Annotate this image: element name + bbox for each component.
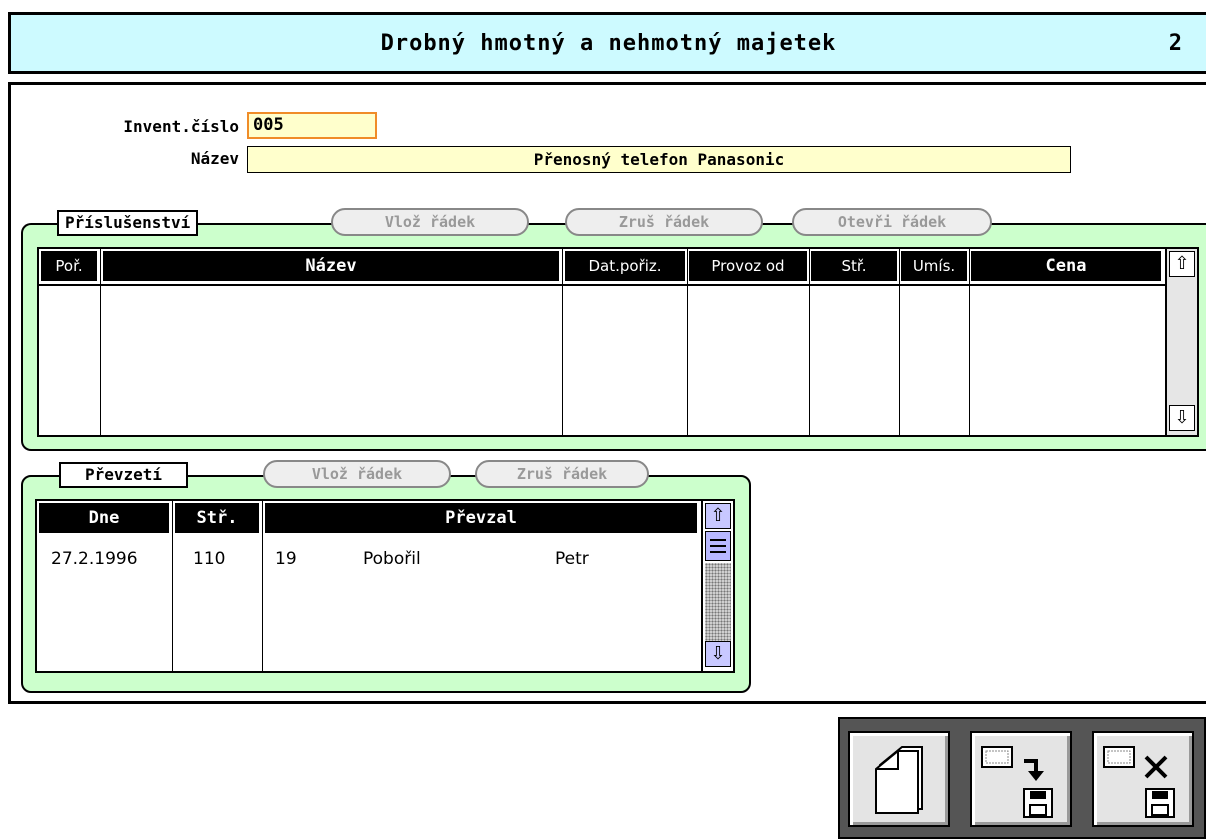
delete-record-icon xyxy=(1103,746,1175,818)
handover-surname[interactable]: Pobořil xyxy=(363,549,421,569)
main-panel: Invent.číslo 005 Název Přenosný telefon … xyxy=(8,82,1206,704)
column-divider xyxy=(969,249,970,435)
accessories-insert-row-button[interactable]: Vlož řádek xyxy=(331,208,529,236)
handover-table: Dne Stř. Převzal 27.2.1996 110 19 Poboři… xyxy=(35,499,735,673)
column-header[interactable]: Umís. xyxy=(901,251,967,281)
new-record-button[interactable] xyxy=(848,731,950,827)
handover-date[interactable]: 27.2.1996 xyxy=(51,549,138,569)
scrollbar-thumb[interactable] xyxy=(705,531,731,561)
scroll-down-arrow-icon[interactable]: ⇩ xyxy=(1169,405,1195,431)
inventory-number-label: Invent.číslo xyxy=(123,117,239,136)
handover-firstname[interactable]: Petr xyxy=(555,549,589,569)
save-record-icon xyxy=(981,746,1053,818)
name-field[interactable]: Přenosný telefon Panasonic xyxy=(247,146,1071,173)
column-divider xyxy=(172,501,173,671)
handover-number[interactable]: 19 xyxy=(275,549,297,569)
new-document-icon xyxy=(875,746,923,814)
column-divider xyxy=(899,249,900,435)
save-record-button[interactable] xyxy=(970,731,1072,827)
accessories-delete-row-button[interactable]: Zruš řádek xyxy=(565,208,763,236)
column-header[interactable]: Stř. xyxy=(175,503,259,533)
column-divider xyxy=(809,249,810,435)
handover-insert-row-button[interactable]: Vlož řádek xyxy=(263,460,451,488)
handover-scrollbar[interactable]: ⇧ ⇩ xyxy=(701,501,733,671)
tab-accessories[interactable]: Příslušenství xyxy=(57,210,199,236)
tab-handover[interactable]: Převzetí xyxy=(59,462,189,488)
page-number: 2 xyxy=(1168,31,1182,56)
title-bar: Drobný hmotný a nehmotný majetek 2 xyxy=(8,12,1206,74)
scroll-up-arrow-icon[interactable]: ⇧ xyxy=(1169,251,1195,277)
header-separator xyxy=(39,284,1165,286)
action-toolbar xyxy=(838,717,1206,839)
column-header[interactable]: Cena xyxy=(971,251,1161,281)
handover-center[interactable]: 110 xyxy=(193,549,225,569)
handover-delete-row-button[interactable]: Zruš řádek xyxy=(475,460,649,488)
accessories-scrollbar[interactable]: ⇧ ⇩ xyxy=(1165,249,1197,435)
scroll-up-arrow-icon[interactable]: ⇧ xyxy=(705,503,731,529)
scroll-down-arrow-icon[interactable]: ⇩ xyxy=(705,641,731,667)
accessories-table: Poř. Název Dat.pořiz. Provoz od Stř. Umí… xyxy=(37,247,1199,437)
column-divider xyxy=(562,249,563,435)
window-title: Drobný hmotný a nehmotný majetek xyxy=(380,31,837,56)
column-header[interactable]: Provoz od xyxy=(689,251,807,281)
cancel-record-button[interactable] xyxy=(1092,731,1194,827)
scrollbar-track[interactable] xyxy=(705,563,731,641)
column-header[interactable]: Poř. xyxy=(41,251,97,281)
column-header[interactable]: Převzal xyxy=(265,503,697,533)
column-divider xyxy=(262,501,263,671)
column-header[interactable]: Název xyxy=(103,251,559,281)
column-divider xyxy=(100,249,101,435)
name-label: Název xyxy=(190,149,239,168)
accessories-open-row-button[interactable]: Otevři řádek xyxy=(792,208,992,236)
column-header[interactable]: Dne xyxy=(39,503,169,533)
column-header[interactable]: Stř. xyxy=(811,251,897,281)
column-divider xyxy=(687,249,688,435)
inventory-number-field[interactable]: 005 xyxy=(247,112,377,139)
column-header[interactable]: Dat.pořiz. xyxy=(565,251,685,281)
